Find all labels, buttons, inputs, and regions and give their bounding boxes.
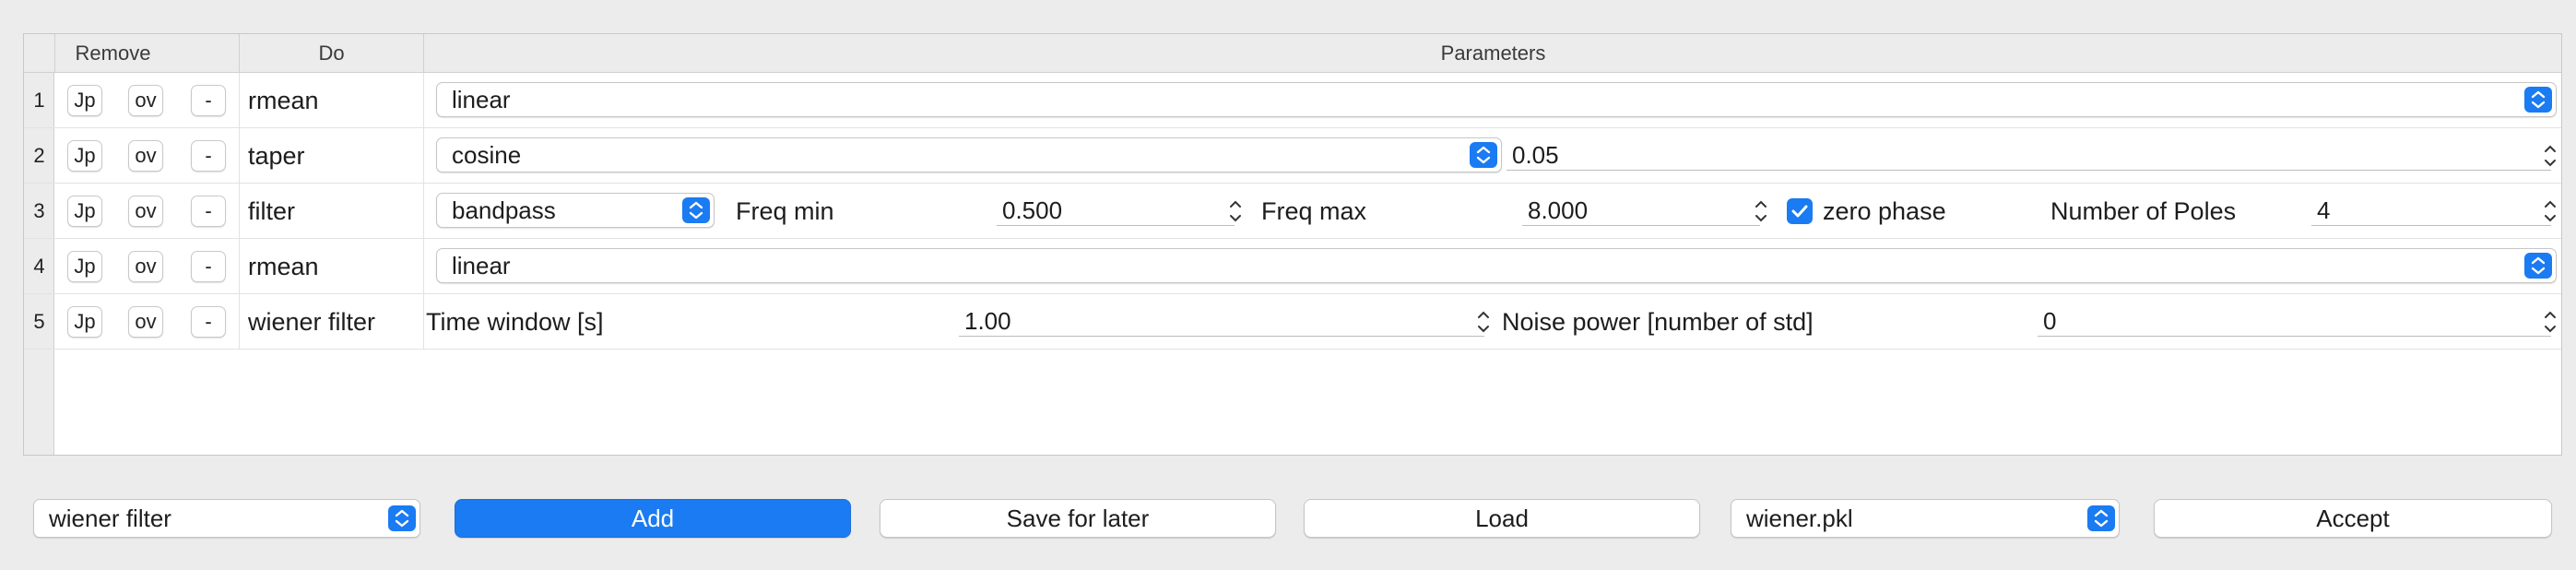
file-select-value: wiener.pkl [1746, 505, 1853, 532]
row-number: 5 [33, 310, 45, 333]
add-button[interactable]: Add [455, 499, 851, 538]
taper-type-value: cosine [452, 141, 522, 169]
move-up-button[interactable]: Jp [67, 196, 102, 227]
move-up-button[interactable]: Jp [67, 306, 102, 338]
remove-row-button[interactable]: - [191, 251, 226, 282]
move-down-button[interactable]: ov [128, 140, 163, 172]
table-header: Remove Do Parameters [24, 34, 2561, 73]
updown-chevron-icon [2087, 505, 2115, 531]
updown-chevron-icon [1470, 142, 1497, 168]
accept-button[interactable]: Accept [2154, 499, 2552, 538]
table-row: 3 Jp ov - filter bandpass Freq min 0.500… [24, 184, 2561, 239]
row-number: 3 [33, 199, 45, 222]
spin-stepper-icon[interactable] [2540, 137, 2560, 174]
row-number: 2 [33, 144, 45, 167]
header-parameters[interactable]: Parameters [423, 34, 2562, 73]
save-for-later-button[interactable]: Save for later [880, 499, 1276, 538]
step-name: wiener filter [248, 308, 376, 336]
remove-row-button[interactable]: - [191, 306, 226, 338]
step-name: rmean [248, 87, 319, 114]
move-up-button[interactable]: Jp [67, 85, 102, 116]
poles-field[interactable]: 4 [2311, 195, 2551, 226]
zero-phase-label: zero phase [1823, 197, 1946, 225]
operation-select-value: wiener filter [49, 505, 171, 532]
freq-min-label: Freq min [736, 197, 834, 225]
spin-stepper-icon[interactable] [1751, 193, 1771, 230]
freq-max-label: Freq max [1261, 197, 1367, 225]
remove-row-button[interactable]: - [191, 140, 226, 172]
move-down-button[interactable]: ov [128, 196, 163, 227]
move-down-button[interactable]: ov [128, 306, 163, 338]
method-select-value: linear [452, 86, 511, 113]
move-up-button[interactable]: Jp [67, 140, 102, 172]
poles-label: Number of Poles [2050, 197, 2237, 225]
load-button[interactable]: Load [1304, 499, 1700, 538]
updown-chevron-icon [388, 505, 416, 531]
zero-phase-checkbox[interactable] [1787, 198, 1813, 224]
method-select[interactable]: linear [436, 248, 2557, 283]
poles-value: 4 [2317, 196, 2331, 224]
taper-type-select[interactable]: cosine [436, 137, 1502, 172]
spin-stepper-icon[interactable] [2540, 193, 2560, 230]
noise-power-field[interactable]: 0 [2038, 305, 2551, 337]
taper-value: 0.05 [1512, 141, 1559, 169]
updown-chevron-icon [2524, 253, 2552, 279]
operation-select[interactable]: wiener filter [33, 499, 420, 538]
filter-type-value: bandpass [452, 196, 556, 224]
step-name: rmean [248, 253, 319, 280]
file-select[interactable]: wiener.pkl [1731, 499, 2120, 538]
remove-row-button[interactable]: - [191, 196, 226, 227]
row-number: 1 [33, 89, 45, 112]
updown-chevron-icon [682, 197, 710, 223]
spin-stepper-icon[interactable] [2540, 303, 2560, 340]
move-up-button[interactable]: Jp [67, 251, 102, 282]
table-row: 5 Jp ov - wiener filter Time window [s] … [24, 294, 2561, 350]
step-name: taper [248, 142, 305, 170]
method-select[interactable]: linear [436, 82, 2557, 117]
table-row: 1 Jp ov - rmean linear [24, 73, 2561, 128]
freq-max-field[interactable]: 8.000 [1522, 195, 1760, 226]
taper-value-field[interactable]: 0.05 [1507, 139, 2551, 171]
freq-max-value: 8.000 [1528, 196, 1589, 224]
move-down-button[interactable]: ov [128, 251, 163, 282]
step-name: filter [248, 197, 296, 225]
noise-power-value: 0 [2043, 307, 2057, 335]
header-remove[interactable]: Remove [54, 34, 171, 73]
freq-min-value: 0.500 [1002, 196, 1063, 224]
move-down-button[interactable]: ov [128, 85, 163, 116]
filter-type-select[interactable]: bandpass [436, 193, 715, 228]
table-row: 2 Jp ov - taper cosine 0.05 [24, 128, 2561, 184]
row-number: 4 [33, 255, 45, 278]
method-select-value: linear [452, 252, 511, 279]
time-window-value: 1.00 [964, 307, 1011, 335]
remove-row-button[interactable]: - [191, 85, 226, 116]
checkmark-icon [1791, 205, 1808, 218]
table-row: 4 Jp ov - rmean linear [24, 239, 2561, 294]
freq-min-field[interactable]: 0.500 [997, 195, 1235, 226]
spin-stepper-icon[interactable] [1225, 193, 1246, 230]
spin-stepper-icon[interactable] [1473, 303, 1494, 340]
time-window-field[interactable]: 1.00 [959, 305, 1484, 337]
processing-steps-table: Remove Do Parameters 1 Jp ov - rmean lin… [23, 33, 2562, 456]
time-window-label: Time window [s] [426, 308, 604, 336]
noise-power-label: Noise power [number of std] [1502, 308, 1814, 336]
header-do[interactable]: Do [239, 34, 423, 73]
updown-chevron-icon [2524, 87, 2552, 113]
